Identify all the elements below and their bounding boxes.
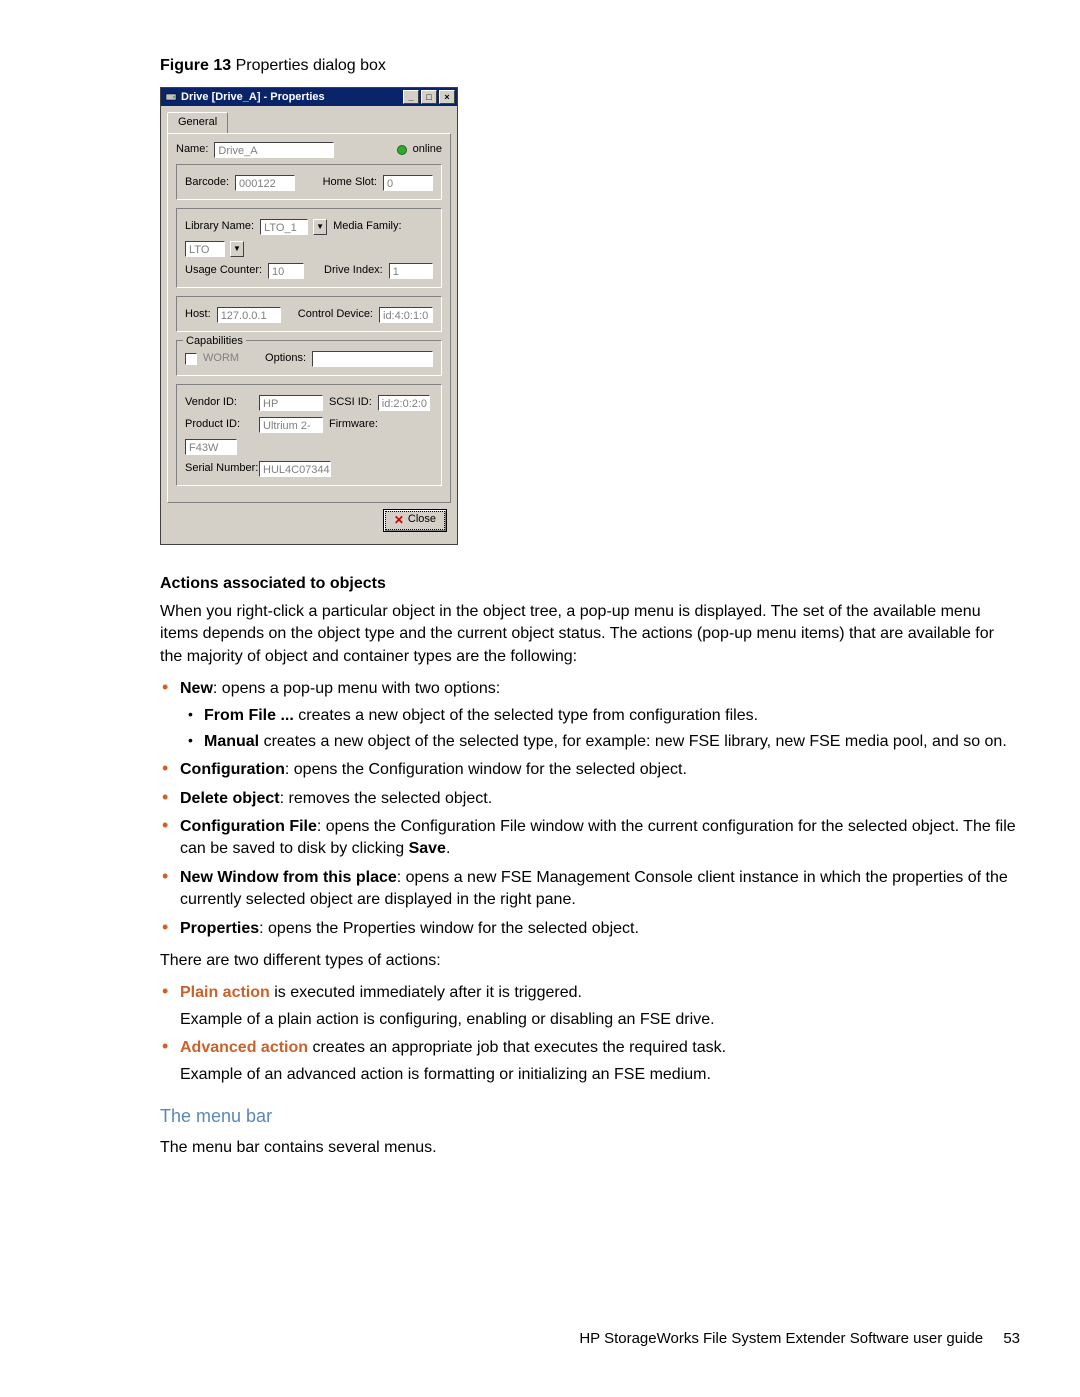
libname-label: Library Name: — [185, 219, 254, 234]
homeslot-label: Home Slot: — [323, 175, 377, 190]
vendor-group: Vendor ID: HP SCSI ID: id:2:0:2:0 Produc… — [176, 384, 442, 486]
worm-label: WORM — [203, 351, 239, 366]
libname-field[interactable]: LTO_1 — [260, 219, 308, 235]
host-field[interactable]: 127.0.0.1 — [217, 307, 281, 323]
two-types-text: There are two different types of actions… — [160, 950, 1020, 972]
ctrldev-label: Control Device: — [298, 307, 373, 322]
page-footer: HP StorageWorks File System Extender Sof… — [579, 1328, 1020, 1349]
host-label: Host: — [185, 307, 211, 322]
mediafam-field[interactable]: LTO — [185, 241, 225, 257]
tab-general[interactable]: General — [167, 112, 228, 132]
status-dot-icon — [397, 145, 407, 155]
drive-icon — [165, 91, 177, 103]
options-label: Options: — [265, 351, 306, 366]
bold-text: From File ... — [204, 707, 294, 724]
body-text: creates an appropriate job that executes… — [308, 1039, 726, 1056]
dialog-titlebar[interactable]: Drive [Drive_A] - Properties _ □ × — [161, 88, 457, 106]
body-text: creates a new object of the selected typ… — [294, 707, 758, 724]
dialog-title: Drive [Drive_A] - Properties — [181, 90, 325, 105]
actions-intro: When you right-click a particular object… — [160, 601, 1020, 668]
firmware-field[interactable]: F43W — [185, 439, 237, 455]
action-types-list: Plain action is executed immediately aft… — [160, 982, 1020, 1086]
library-group: Library Name: LTO_1 ▼ Media Family: LTO … — [176, 208, 442, 288]
body-text: Example of a plain action is configuring… — [180, 1009, 1020, 1031]
list-item: Delete object: removes the selected obje… — [180, 788, 1020, 810]
name-label: Name: — [176, 142, 208, 157]
barcode-field[interactable]: 000122 — [235, 175, 295, 191]
body-text: is executed immediately after it is trig… — [270, 984, 582, 1001]
maximize-button[interactable]: □ — [421, 90, 437, 104]
usage-field[interactable]: 10 — [268, 263, 304, 279]
figure-caption-text: Properties dialog box — [236, 57, 386, 74]
list-item: Configuration File: opens the Configurat… — [180, 816, 1020, 861]
body-text: : opens the Properties window for the se… — [259, 920, 639, 937]
minimize-button[interactable]: _ — [403, 90, 419, 104]
close-x-button[interactable]: × — [439, 90, 455, 104]
vendor-label: Vendor ID: — [185, 395, 253, 410]
menubar-heading: The menu bar — [160, 1104, 1020, 1129]
host-group: Host: 127.0.0.1 Control Device: id:4:0:1… — [176, 296, 442, 332]
page-number: 53 — [1003, 1330, 1020, 1347]
figure-caption: Figure 13 Properties dialog box — [160, 55, 1020, 77]
product-label: Product ID: — [185, 417, 253, 432]
scsi-field[interactable]: id:2:0:2:0 — [378, 395, 430, 411]
footer-text: HP StorageWorks File System Extender Sof… — [579, 1330, 983, 1347]
plain-action-label: Plain action — [180, 984, 270, 1001]
serial-field[interactable]: HUL4C07344 — [259, 461, 331, 477]
serial-label: Serial Number: — [185, 461, 253, 476]
options-field[interactable] — [312, 351, 433, 367]
bold-text: Delete object — [180, 790, 280, 807]
body-text: Example of an advanced action is formatt… — [180, 1064, 1020, 1086]
body-text: : opens the Configuration window for the… — [285, 761, 687, 778]
close-button[interactable]: ✕ Close — [383, 509, 447, 532]
body-text: : removes the selected object. — [280, 790, 493, 807]
driveidx-label: Drive Index: — [324, 263, 383, 278]
usage-label: Usage Counter: — [185, 263, 262, 278]
properties-dialog: Drive [Drive_A] - Properties _ □ × Gener… — [160, 87, 458, 544]
menubar-text: The menu bar contains several menus. — [160, 1137, 1020, 1159]
close-button-label: Close — [408, 512, 436, 527]
list-item: Plain action is executed immediately aft… — [180, 982, 1020, 1031]
bold-text: New — [180, 680, 213, 697]
scsi-label: SCSI ID: — [329, 395, 372, 410]
list-item: New Window from this place: opens a new … — [180, 867, 1020, 912]
capabilities-group: Capabilities WORM Options: — [176, 340, 442, 376]
homeslot-field[interactable]: 0 — [383, 175, 433, 191]
ctrldev-field[interactable]: id:4:0:1:0 — [379, 307, 433, 323]
vendor-field[interactable]: HP — [259, 395, 323, 411]
actions-heading: Actions associated to objects — [160, 573, 1020, 595]
bold-text: Save — [409, 840, 446, 857]
name-field[interactable]: Drive_A — [214, 142, 334, 158]
status-text: online — [413, 142, 442, 157]
close-icon: ✕ — [394, 512, 404, 529]
bold-text: Configuration File — [180, 818, 317, 835]
advanced-action-label: Advanced action — [180, 1039, 308, 1056]
body-text: . — [446, 840, 450, 857]
barcode-label: Barcode: — [185, 175, 229, 190]
bold-text: Properties — [180, 920, 259, 937]
list-item: Advanced action creates an appropriate j… — [180, 1037, 1020, 1086]
bold-text: Manual — [204, 733, 259, 750]
list-item: Manual creates a new object of the selec… — [204, 731, 1020, 753]
list-item: From File ... creates a new object of th… — [204, 705, 1020, 727]
body-text: : opens a pop-up menu with two options: — [213, 680, 500, 697]
driveidx-field[interactable]: 1 — [389, 263, 433, 279]
list-item: New: opens a pop-up menu with two option… — [180, 678, 1020, 753]
capabilities-legend: Capabilities — [183, 334, 246, 349]
mediafam-label: Media Family: — [333, 219, 401, 234]
bold-text: New Window from this place — [180, 869, 397, 886]
libname-dropdown-icon[interactable]: ▼ — [313, 219, 327, 235]
worm-checkbox[interactable] — [185, 353, 197, 365]
firmware-label: Firmware: — [329, 417, 378, 432]
product-field[interactable]: Ultrium 2-SCSI — [259, 417, 323, 433]
list-item: Configuration: opens the Configuration w… — [180, 759, 1020, 781]
figure-label: Figure 13 — [160, 57, 231, 74]
barcode-group: Barcode: 000122 Home Slot: 0 — [176, 164, 442, 200]
mediafam-dropdown-icon[interactable]: ▼ — [230, 241, 244, 257]
list-item: Properties: opens the Properties window … — [180, 918, 1020, 940]
actions-list: New: opens a pop-up menu with two option… — [160, 678, 1020, 940]
body-text: creates a new object of the selected typ… — [259, 733, 1007, 750]
bold-text: Configuration — [180, 761, 285, 778]
